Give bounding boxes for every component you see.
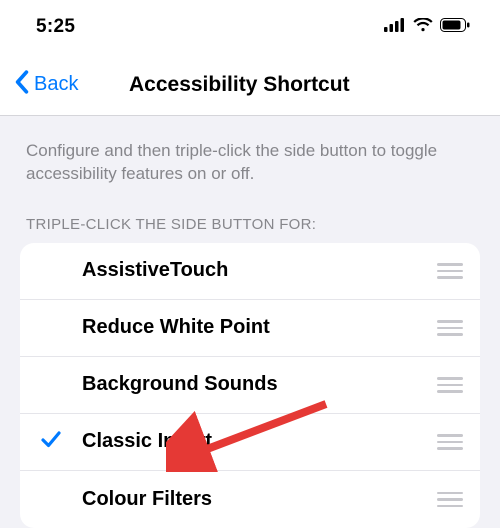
nav-header: Back Accessibility Shortcut (0, 54, 500, 116)
item-label: Colour Filters (82, 488, 434, 511)
shortcut-list: AssistiveTouch Reduce White Point Backgr… (20, 243, 480, 528)
battery-icon (440, 18, 470, 37)
checkmark-icon (40, 428, 62, 455)
cellular-icon (384, 18, 406, 37)
list-item[interactable]: Reduce White Point (20, 300, 480, 357)
item-label: Reduce White Point (82, 316, 434, 339)
reorder-handle-icon[interactable] (434, 434, 480, 450)
reorder-handle-icon[interactable] (434, 492, 480, 508)
item-label: Background Sounds (82, 373, 434, 396)
checkmark-slot (20, 428, 82, 455)
wifi-icon (413, 18, 433, 37)
list-item[interactable]: Colour Filters (20, 471, 480, 528)
back-label: Back (34, 73, 78, 96)
list-item[interactable]: AssistiveTouch (20, 243, 480, 300)
section-header: TRIPLE-CLICK THE SIDE BUTTON FOR: (20, 216, 480, 233)
item-label: AssistiveTouch (82, 259, 434, 282)
page-title: Accessibility Shortcut (129, 73, 350, 97)
reorder-handle-icon[interactable] (434, 320, 480, 336)
content: Configure and then triple-click the side… (0, 116, 500, 528)
list-item[interactable]: Background Sounds (20, 357, 480, 414)
status-time: 5:25 (36, 16, 75, 38)
section-description: Configure and then triple-click the side… (20, 140, 480, 186)
list-item[interactable]: Classic Invert (20, 414, 480, 471)
back-button[interactable]: Back (10, 70, 78, 100)
status-bar: 5:25 (0, 0, 500, 54)
chevron-left-icon (14, 70, 30, 100)
item-label: Classic Invert (82, 430, 434, 453)
reorder-handle-icon[interactable] (434, 377, 480, 393)
status-icons (384, 18, 470, 37)
reorder-handle-icon[interactable] (434, 263, 480, 279)
